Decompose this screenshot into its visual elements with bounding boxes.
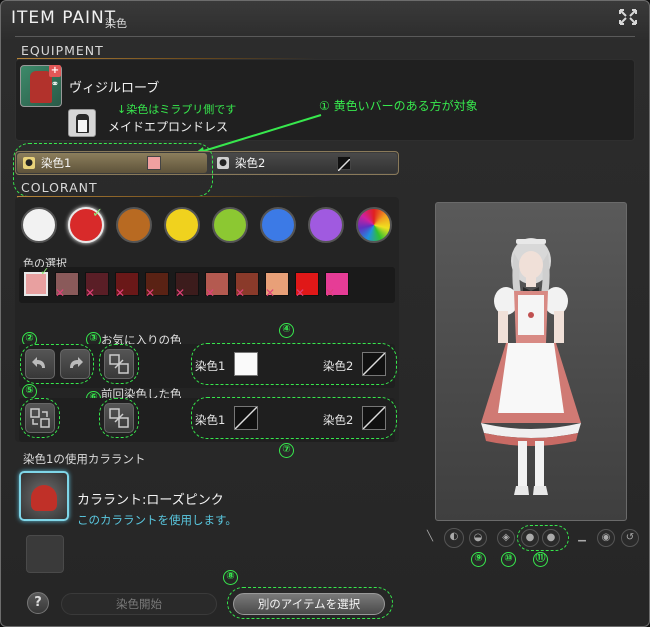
glamour-link-icon: ⚭ [50, 79, 60, 90]
dye2-swatch-none [337, 156, 351, 172]
annotation-1: ① 黄色いバーのある方が対象 [319, 99, 478, 113]
annotation-10: ⑩ [501, 552, 516, 567]
shade-1[interactable]: ✕ [55, 272, 79, 300]
annotation-11: ⑪ [533, 552, 548, 567]
used-colorant-label: 染色1の使用カララント [23, 452, 146, 466]
start-dye-button[interactable]: 染色開始 [61, 593, 217, 615]
annotation-dashed-8 [227, 587, 393, 619]
shade-2[interactable]: ✕ [85, 272, 109, 300]
annotation-dashed-4 [191, 343, 397, 385]
dye2-colorant-slot[interactable] [26, 535, 64, 573]
category-yellow[interactable] [164, 207, 200, 243]
character-figure [481, 238, 581, 495]
unavailable-x-icon: ✕ [145, 286, 156, 300]
check-icon: ✓ [92, 206, 103, 221]
annotation-5: ⑤ [22, 384, 37, 399]
eye-icon[interactable]: ◉ [597, 529, 615, 547]
item-paint-window: ITEM PAINT 染色 EQUIPMENT + ⚭ ヴィジルローブ ↓染色は… [0, 0, 650, 627]
shade-9[interactable]: ✕ [295, 272, 319, 300]
annotation-dashed-6 [99, 398, 139, 438]
annotation-dashed-2 [20, 344, 94, 384]
annotation-7: ⑦ [279, 443, 294, 458]
shade-3[interactable]: ✕ [115, 272, 139, 300]
lighting-icon[interactable]: ▁ [573, 529, 591, 547]
check-icon: ✓ [40, 265, 50, 278]
character-preview[interactable] [435, 202, 627, 521]
unavailable-x-icon: ✕ [85, 286, 96, 300]
unavailable-x-icon: ✕ [175, 286, 186, 300]
shade-6[interactable]: ✕ [205, 272, 229, 300]
colorant-pot-icon[interactable] [19, 471, 69, 521]
used-colorant-desc: このカララントを使用します。 [77, 513, 237, 527]
annotation-dashed-11 [517, 525, 569, 551]
help-button[interactable]: ? [27, 592, 49, 614]
reset-view-icon[interactable]: ↺ [621, 529, 639, 547]
apron-shape [78, 120, 87, 132]
shade-8[interactable]: ✕ [265, 272, 289, 300]
pot-shape [31, 485, 57, 511]
annotation-dashed-3 [99, 344, 139, 384]
hat-toggle-icon[interactable]: ◒ [469, 529, 487, 547]
title-divider [15, 36, 635, 37]
plus-badge-icon: + [49, 65, 61, 77]
tab-dye2-label: 染色2 [235, 156, 266, 170]
used-colorant-name: カララント:ローズピンク [77, 493, 224, 508]
unavailable-x-icon: ✕ [115, 286, 126, 300]
unavailable-x-icon: ✕ [205, 286, 216, 300]
titlebar: ITEM PAINT 染色 [1, 1, 649, 35]
annotation-8: ⑧ [223, 570, 238, 585]
unavailable-x-icon: ✕ [265, 286, 276, 300]
unavailable-x-icon: ✕ [325, 286, 336, 300]
category-white[interactable] [21, 207, 57, 243]
annotation-dashed-7 [191, 397, 397, 439]
category-green[interactable] [212, 207, 248, 243]
shade-10[interactable]: ✕ [325, 272, 349, 300]
equipment-section-label: EQUIPMENT [21, 43, 104, 58]
category-rainbow[interactable] [356, 207, 392, 243]
weapon-toggle-icon[interactable]: ◐ [444, 528, 464, 548]
colorant-section-label: COLORANT [21, 180, 98, 195]
shade-7[interactable]: ✕ [235, 272, 259, 300]
annotation-4: ④ [279, 323, 294, 338]
shade-5[interactable]: ✕ [175, 272, 199, 300]
tab-dye2[interactable]: ● 染色2 [211, 153, 397, 173]
brush-icon[interactable]: ╲ [421, 529, 439, 547]
category-brown[interactable] [116, 207, 152, 243]
annotation-dashed-5 [20, 398, 60, 438]
unavailable-x-icon: ✕ [235, 286, 246, 300]
annotation-9: ⑨ [471, 552, 486, 567]
window-title: ITEM PAINT [11, 8, 117, 28]
unavailable-x-icon: ✕ [55, 286, 66, 300]
unavailable-x-icon: ✕ [295, 286, 306, 300]
visor-toggle-icon[interactable]: ◈ [497, 529, 515, 547]
shade-4[interactable]: ✕ [145, 272, 169, 300]
dye-drop-icon: ● [217, 157, 229, 169]
close-arrows-icon[interactable] [617, 8, 639, 28]
category-purple[interactable] [308, 207, 344, 243]
main-item-name: ヴィジルローブ [69, 81, 160, 96]
category-blue[interactable] [260, 207, 296, 243]
sub-item-icon[interactable] [68, 109, 96, 137]
window-subtitle: 染色 [105, 17, 127, 30]
